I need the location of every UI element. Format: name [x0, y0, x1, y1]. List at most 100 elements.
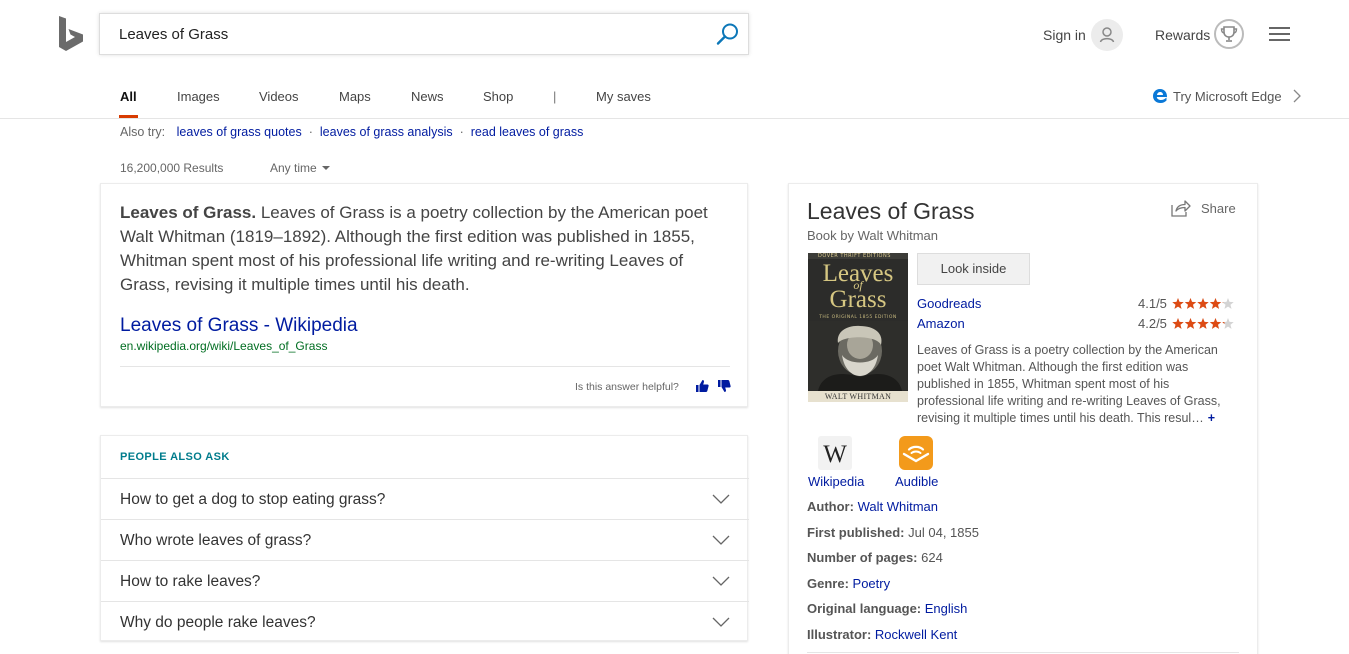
- paa-heading: PEOPLE ALSO ASK: [120, 451, 230, 463]
- goodreads-link[interactable]: Goodreads: [917, 296, 981, 311]
- paa-question-text: How to rake leaves?: [120, 573, 261, 590]
- chevron-right-icon: [1293, 89, 1301, 103]
- rewards-link[interactable]: Rewards: [1155, 27, 1210, 43]
- results-count: 16,200,000 Results: [120, 161, 224, 175]
- tab-my-saves[interactable]: My saves: [596, 78, 651, 118]
- kp-subtitle: Book by Walt Whitman: [807, 228, 939, 243]
- sign-in-link[interactable]: Sign in: [1043, 27, 1086, 43]
- paa-question[interactable]: Who wrote leaves of grass?: [101, 519, 749, 560]
- rating-row: Goodreads 4.1/5: [917, 296, 1234, 314]
- answer-text: Leaves of Grass. Leaves of Grass is a po…: [120, 201, 735, 297]
- chevron-down-icon: [712, 576, 730, 586]
- star-filled: [1172, 298, 1184, 309]
- try-edge-label: Try Microsoft Edge: [1173, 89, 1282, 104]
- share-label: Share: [1201, 201, 1236, 216]
- separator-dot: ·: [459, 125, 464, 139]
- tab-images[interactable]: Images: [177, 78, 220, 118]
- helpful-prompt: Is this answer helpful?: [575, 381, 679, 393]
- paa-question-text: Why do people rake leaves?: [120, 614, 316, 631]
- search-input[interactable]: [119, 14, 699, 54]
- tab-all[interactable]: All: [119, 78, 138, 118]
- star-filled: [1184, 318, 1197, 329]
- audible-source-link[interactable]: Audible: [895, 436, 957, 490]
- share-icon: [1171, 200, 1191, 217]
- also-try-link[interactable]: read leaves of grass: [471, 125, 584, 139]
- wikipedia-label: Wikipedia: [808, 474, 865, 489]
- svg-text:W: W: [823, 441, 847, 468]
- separator-dot: ·: [308, 125, 313, 139]
- wikipedia-icon: W: [818, 436, 852, 470]
- paa-question[interactable]: Why do people rake leaves?: [101, 601, 749, 642]
- tab-videos[interactable]: Videos: [259, 78, 299, 118]
- divider: [807, 652, 1239, 653]
- star-filled: [1209, 318, 1222, 329]
- answer-source-url: en.wikipedia.org/wiki/Leaves_of_Grass: [120, 339, 328, 353]
- divider: [120, 366, 730, 367]
- author-link[interactable]: Walt Whitman: [858, 499, 938, 514]
- tab-divider: |: [553, 89, 557, 104]
- people-also-ask-card: PEOPLE ALSO ASK How to get a dog to stop…: [100, 435, 749, 642]
- answer-card: Leaves of Grass. Leaves of Grass is a po…: [100, 183, 748, 407]
- rating-row: Amazon 4.2/5: [917, 316, 1234, 334]
- wikipedia-source-link[interactable]: W Wikipedia: [808, 436, 870, 490]
- chevron-down-icon: [712, 535, 730, 545]
- tab-maps[interactable]: Maps: [339, 78, 371, 118]
- fact-first-published: First published: Jul 04, 1855: [807, 525, 979, 540]
- also-try-label: Also try:: [120, 125, 166, 139]
- audible-icon: [899, 436, 933, 470]
- also-try-link[interactable]: leaves of grass quotes: [177, 125, 302, 139]
- star-filled: [1184, 298, 1197, 309]
- star-filled: [1197, 298, 1209, 309]
- genre-link[interactable]: Poetry: [853, 576, 891, 591]
- rewards-badge[interactable]: [1214, 19, 1244, 49]
- bing-logo-icon[interactable]: [58, 16, 84, 52]
- caret-down-icon: [321, 166, 330, 170]
- illustrator-link[interactable]: Rockwell Kent: [875, 627, 957, 642]
- header-divider: [0, 118, 1349, 119]
- star-rating-icon: [1172, 298, 1234, 309]
- thumbs-up-icon[interactable]: [695, 379, 709, 393]
- whitman-portrait-image: [808, 321, 908, 391]
- rating-score: 4.1/5: [1138, 296, 1167, 311]
- fact-pages: Number of pages: 624: [807, 550, 943, 565]
- tab-shop[interactable]: Shop: [483, 78, 513, 118]
- answer-source-link[interactable]: Leaves of Grass - Wikipedia: [120, 315, 358, 337]
- time-filter-dropdown[interactable]: Any time: [270, 161, 330, 175]
- chevron-down-icon: [712, 617, 730, 627]
- kp-title: Leaves of Grass: [807, 198, 975, 224]
- fact-illustrator: Illustrator: Rockwell Kent: [807, 627, 958, 642]
- search-box: [99, 13, 749, 55]
- star-filled: [1209, 298, 1222, 309]
- tab-news[interactable]: News: [411, 78, 444, 118]
- star-filled: [1197, 318, 1209, 329]
- also-try-bar: Also try: leaves of grass quotes · leaves …: [120, 125, 583, 139]
- paa-question-text: Who wrote leaves of grass?: [120, 532, 312, 549]
- rating-score: 4.2/5: [1138, 316, 1167, 331]
- time-filter-label: Any time: [270, 161, 317, 175]
- expand-description-button[interactable]: +: [1208, 411, 1215, 425]
- audible-label: Audible: [895, 474, 939, 489]
- trophy-icon: [1220, 26, 1238, 42]
- search-icon[interactable]: [716, 22, 740, 46]
- thumbs-down-icon[interactable]: [717, 379, 731, 393]
- paa-question[interactable]: How to get a dog to stop eating grass?: [101, 478, 749, 519]
- fact-author: Author: Walt Whitman: [807, 499, 938, 514]
- avatar[interactable]: [1091, 19, 1123, 51]
- book-cover-image[interactable]: DOVER THRIFT EDITIONS Leaves of Grass TH…: [808, 253, 908, 402]
- look-inside-button[interactable]: Look inside: [917, 253, 1030, 285]
- knowledge-panel: Leaves of Grass Book by Walt Whitman Sha…: [788, 183, 1258, 654]
- paa-question-text: How to get a dog to stop eating grass?: [120, 491, 386, 508]
- amazon-link[interactable]: Amazon: [917, 316, 965, 331]
- fact-language: Original language: English: [807, 601, 968, 616]
- kp-description: Leaves of Grass is a poetry collection b…: [917, 343, 1221, 425]
- language-link[interactable]: English: [925, 601, 968, 616]
- fact-genre: Genre: Poetry: [807, 576, 891, 591]
- chevron-down-icon: [712, 494, 730, 504]
- user-icon: [1099, 27, 1115, 43]
- star-rating-icon: [1172, 318, 1234, 329]
- star-filled: [1172, 318, 1184, 329]
- star-empty: [1222, 298, 1234, 309]
- menu-icon[interactable]: [1269, 27, 1290, 42]
- paa-question[interactable]: How to rake leaves?: [101, 560, 749, 601]
- also-try-link[interactable]: leaves of grass analysis: [320, 125, 453, 139]
